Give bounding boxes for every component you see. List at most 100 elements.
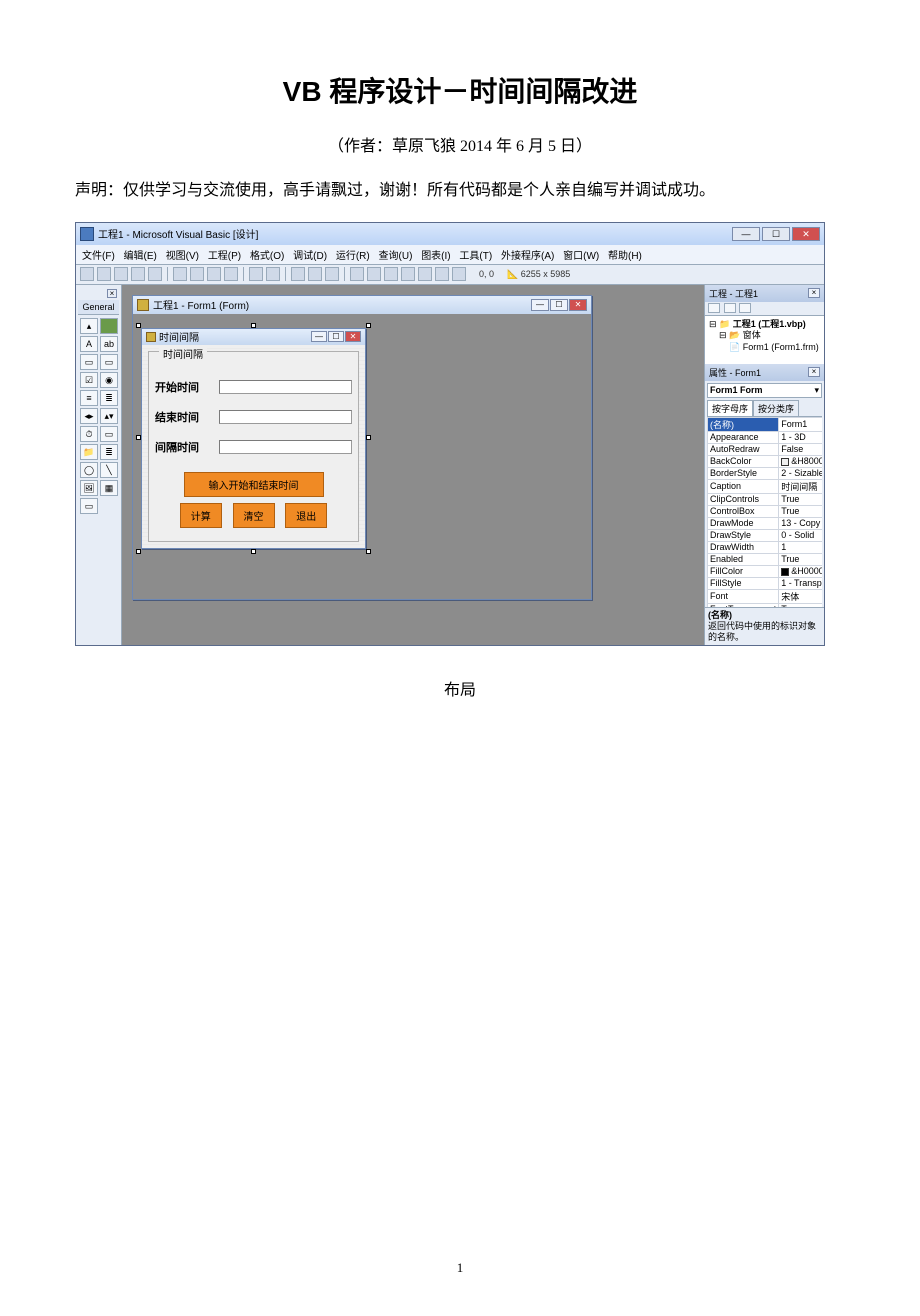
- prop-value[interactable]: 时间间隔: [779, 479, 822, 493]
- project-tree[interactable]: ⊟ 📁 工程1 (工程1.vbp) ⊟ 📂 窗体 📄 Form1 (Form1.…: [705, 316, 824, 364]
- menu-diagram[interactable]: 图表(I): [421, 251, 450, 262]
- prop-value[interactable]: 1: [779, 541, 822, 553]
- prop-value[interactable]: True: [779, 553, 822, 565]
- tab-alphabetic[interactable]: 按字母序: [707, 400, 753, 416]
- textbox-end-time[interactable]: [219, 410, 352, 424]
- tb-start-icon[interactable]: [291, 267, 305, 281]
- prop-value[interactable]: &H00000000&: [779, 565, 822, 577]
- menu-file[interactable]: 文件(F): [82, 251, 115, 262]
- tool-dirlist-icon[interactable]: 📁: [80, 444, 98, 460]
- prop-key[interactable]: DrawStyle: [708, 529, 779, 541]
- tool-ole-icon[interactable]: ▭: [80, 498, 98, 514]
- project-pane-close-icon[interactable]: ×: [808, 288, 820, 298]
- maximize-button[interactable]: ☐: [762, 227, 790, 241]
- form-maximize-button[interactable]: ☐: [328, 331, 344, 342]
- prop-value[interactable]: Form1: [779, 417, 822, 431]
- tool-commandbutton-icon[interactable]: ▭: [100, 354, 118, 370]
- mdi-maximize-button[interactable]: ☐: [550, 299, 568, 311]
- prop-value[interactable]: 13 - Copy Pen: [779, 517, 822, 529]
- tool-pointer-icon[interactable]: ▴: [80, 318, 98, 334]
- tb-undo-icon[interactable]: [249, 267, 263, 281]
- tb-dataview-icon[interactable]: [435, 267, 449, 281]
- prop-key[interactable]: Font: [708, 589, 779, 603]
- tree-forms-folder[interactable]: 窗体: [743, 330, 761, 340]
- tool-checkbox-icon[interactable]: ☑: [80, 372, 98, 388]
- tool-data-icon[interactable]: ▦: [100, 480, 118, 496]
- chevron-down-icon[interactable]: ▾: [814, 385, 819, 396]
- minimize-button[interactable]: —: [732, 227, 760, 241]
- mdi-close-button[interactable]: ✕: [569, 299, 587, 311]
- tb-save-icon[interactable]: [148, 267, 162, 281]
- prop-key[interactable]: Caption: [708, 479, 779, 493]
- tool-shape-icon[interactable]: ◯: [80, 462, 98, 478]
- textbox-start-time[interactable]: [219, 380, 352, 394]
- mdi-minimize-button[interactable]: —: [531, 299, 549, 311]
- prop-value[interactable]: True: [779, 505, 822, 517]
- tb-paste-icon[interactable]: [207, 267, 221, 281]
- form-minimize-button[interactable]: —: [311, 331, 327, 342]
- menu-project[interactable]: 工程(P): [208, 251, 241, 262]
- tb-vcm-icon[interactable]: [452, 267, 466, 281]
- tab-categorized[interactable]: 按分类序: [753, 400, 799, 416]
- tool-timer-icon[interactable]: ⏱: [80, 426, 98, 442]
- tool-image-icon[interactable]: 🖼: [80, 480, 98, 496]
- tb-formlayout-icon[interactable]: [384, 267, 398, 281]
- prop-key[interactable]: ControlBox: [708, 505, 779, 517]
- prop-key[interactable]: FillStyle: [708, 577, 779, 589]
- prop-key[interactable]: BackColor: [708, 455, 779, 467]
- prop-key[interactable]: BorderStyle: [708, 467, 779, 479]
- prop-key[interactable]: DrawMode: [708, 517, 779, 529]
- prop-value[interactable]: &H8000000F&: [779, 455, 822, 467]
- tool-optionbutton-icon[interactable]: ◉: [100, 372, 118, 388]
- tool-label-icon[interactable]: A: [80, 336, 98, 352]
- prop-key[interactable]: ClipControls: [708, 493, 779, 505]
- button-exit[interactable]: 退出: [285, 503, 327, 528]
- tb-toolbox-icon[interactable]: [418, 267, 432, 281]
- tool-combobox-icon[interactable]: ≡: [80, 390, 98, 406]
- tool-filelist-icon[interactable]: ≣: [100, 444, 118, 460]
- tb-redo-icon[interactable]: [266, 267, 280, 281]
- prop-value[interactable]: False: [779, 443, 822, 455]
- tool-textbox-icon[interactable]: ab: [100, 336, 118, 352]
- tool-frame-icon[interactable]: ▭: [80, 354, 98, 370]
- menu-run[interactable]: 运行(R): [336, 251, 370, 262]
- menu-debug[interactable]: 调试(D): [293, 251, 327, 262]
- menu-window[interactable]: 窗口(W): [563, 251, 599, 262]
- prop-value[interactable]: 1 - 3D: [779, 431, 822, 443]
- view-object-icon[interactable]: [724, 303, 736, 313]
- tb-find-icon[interactable]: [224, 267, 238, 281]
- prop-key[interactable]: DrawWidth: [708, 541, 779, 553]
- tool-drivelist-icon[interactable]: ▭: [100, 426, 118, 442]
- prop-value[interactable]: 宋体: [779, 589, 822, 603]
- tb-end-icon[interactable]: [325, 267, 339, 281]
- menu-addins[interactable]: 外接程序(A): [501, 251, 554, 262]
- menu-view[interactable]: 视图(V): [166, 251, 199, 262]
- tool-line-icon[interactable]: ╲: [100, 462, 118, 478]
- prop-value[interactable]: 1 - Transparen: [779, 577, 822, 589]
- tree-project-node[interactable]: 工程1 (工程1.vbp): [733, 319, 806, 329]
- properties-pane-close-icon[interactable]: ×: [808, 367, 820, 377]
- form-close-button[interactable]: ✕: [345, 331, 361, 342]
- tool-vscroll-icon[interactable]: ▴▾: [100, 408, 118, 424]
- prop-value[interactable]: 2 - Sizable: [779, 467, 822, 479]
- menu-tools[interactable]: 工具(T): [459, 251, 492, 262]
- menu-edit[interactable]: 编辑(E): [124, 251, 157, 262]
- tb-break-icon[interactable]: [308, 267, 322, 281]
- menu-query[interactable]: 查询(U): [379, 251, 413, 262]
- menu-bar[interactable]: 文件(F) 编辑(E) 视图(V) 工程(P) 格式(O) 调试(D) 运行(R…: [76, 245, 824, 265]
- menu-help[interactable]: 帮助(H): [608, 251, 642, 262]
- prop-key[interactable]: Enabled: [708, 553, 779, 565]
- button-input-times[interactable]: 输入开始和结束时间: [184, 472, 324, 497]
- tb-addform-icon[interactable]: [97, 267, 111, 281]
- prop-value[interactable]: True: [779, 493, 822, 505]
- prop-value[interactable]: 0 - Solid: [779, 529, 822, 541]
- view-code-icon[interactable]: [708, 303, 720, 313]
- tool-listbox-icon[interactable]: ≣: [100, 390, 118, 406]
- tb-properties-icon[interactable]: [367, 267, 381, 281]
- tb-projexplorer-icon[interactable]: [350, 267, 364, 281]
- prop-key[interactable]: (名称): [708, 417, 779, 431]
- frame-time-interval[interactable]: 时间间隔 开始时间 结束时间: [148, 351, 359, 542]
- prop-key[interactable]: AutoRedraw: [708, 443, 779, 455]
- form-being-designed[interactable]: 时间间隔 — ☐ ✕ 时间间隔: [141, 328, 366, 549]
- tb-addproject-icon[interactable]: [80, 267, 94, 281]
